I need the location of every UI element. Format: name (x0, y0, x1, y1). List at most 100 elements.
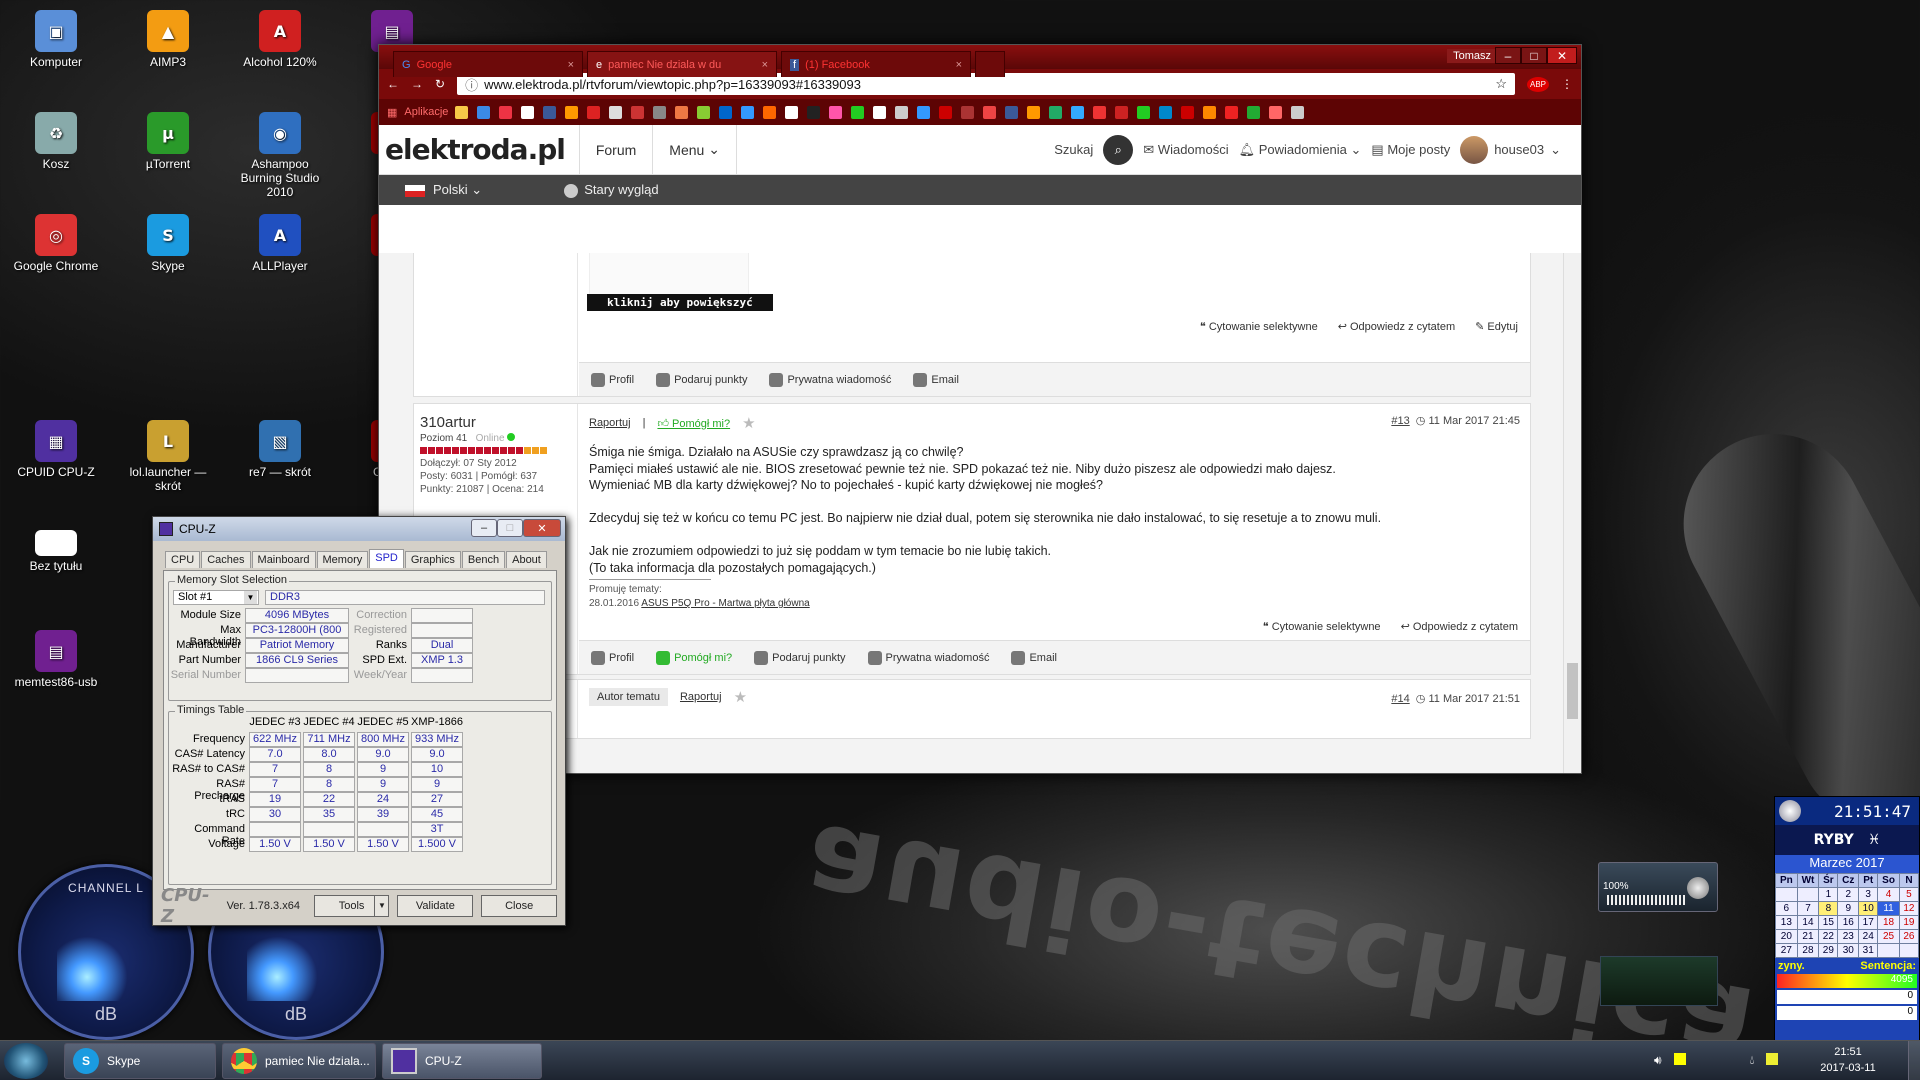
my-posts-link[interactable]: ▤ Moje posty (1371, 142, 1450, 158)
tray-flag-icon[interactable] (1766, 1053, 1779, 1065)
desktop-icon[interactable]: Bez tytułu (10, 530, 102, 573)
desktop-icon[interactable]: A ALLPlayer (234, 214, 326, 273)
cpuz-window[interactable]: CPU-Z – □ ✕ CPU Caches Mainboard Memory SPD G… (152, 516, 566, 927)
email-link[interactable]: Email (1011, 650, 1057, 665)
language-select[interactable]: Polski ⌄ (405, 182, 482, 198)
calendar-day[interactable] (1796, 887, 1820, 902)
tab-graphics[interactable]: Graphics (404, 551, 461, 568)
bookmark-icon[interactable] (1071, 105, 1085, 119)
chevron-down-icon[interactable]: ▼ (374, 896, 388, 916)
bookmark-icon[interactable] (983, 105, 997, 119)
calendar-day[interactable]: 22 (1818, 929, 1839, 944)
bookmark-star-icon[interactable]: ☆ (1495, 76, 1507, 92)
calendar-day[interactable]: 25 (1877, 929, 1900, 944)
calendar-day[interactable]: 20 (1775, 929, 1798, 944)
calendar-day[interactable] (1898, 943, 1920, 958)
close-window-button[interactable]: ✕ (1547, 47, 1577, 64)
calendar-day[interactable]: 16 (1837, 915, 1860, 930)
user-menu[interactable]: house03 ⌄ (1460, 135, 1575, 164)
reply-quote-button[interactable]: ↩ Odpowiedz z cytatem (1401, 620, 1518, 633)
chevron-down-icon[interactable]: ▼ (244, 591, 257, 604)
star-icon[interactable]: ★ (742, 414, 755, 432)
profile-link[interactable]: Profil (591, 372, 634, 387)
browser-titlebar[interactable]: G Google × e pamiec Nie dziala w du × f (1) F… (379, 45, 1581, 77)
tab-memory[interactable]: Memory (316, 551, 369, 568)
search-icon[interactable]: ⌕ (1103, 134, 1134, 165)
taskbar-chrome[interactable]: pamiec Nie dziala... (222, 1043, 376, 1079)
post-number[interactable]: #14 (1391, 693, 1409, 705)
tab-elektroda[interactable]: e pamiec Nie dziala w du × (587, 51, 777, 77)
promo-link[interactable]: ASUS P5Q Pro - Martwa płyta główna (641, 598, 809, 609)
apps-icon[interactable]: ▦ (387, 106, 397, 119)
desktop-icon[interactable]: ◎ Google Chrome (10, 214, 102, 273)
bookmark-icon[interactable] (1115, 105, 1129, 119)
tools-button[interactable]: Tools ▼ (313, 895, 390, 917)
desktop-icon[interactable]: ▲ AIMP3 (122, 10, 214, 69)
speaker-icon[interactable]: 🔊︎ (1654, 1053, 1662, 1068)
bookmark-icon[interactable] (1291, 105, 1305, 119)
calendar-day[interactable]: 15 (1818, 915, 1839, 930)
calendar-day[interactable]: 27 (1775, 943, 1798, 958)
desktop-icon[interactable]: ▤ memtest86-usb (10, 630, 102, 689)
calendar-day[interactable]: 29 (1818, 943, 1839, 958)
calendar-day[interactable]: 18 (1877, 915, 1900, 930)
maximize-button[interactable]: □ (1521, 47, 1547, 64)
desktop-icon[interactable]: ◉ Ashampoo Burning Studio 2010 (234, 112, 326, 199)
calendar-day[interactable]: 14 (1796, 915, 1820, 930)
helped-button[interactable]: 👍︎ Pomógł mi? (657, 417, 730, 430)
bookmark-icon[interactable] (521, 105, 535, 119)
bookmark-icon[interactable] (631, 105, 645, 119)
calendar-day[interactable]: 3 (1858, 887, 1879, 902)
reload-icon[interactable]: ↻ (435, 77, 445, 91)
bookmark-icon[interactable] (763, 105, 777, 119)
calendar-day[interactable]: 5 (1898, 887, 1920, 902)
calendar-day[interactable]: 2 (1837, 887, 1860, 902)
calendar-day[interactable]: 9 (1837, 901, 1860, 916)
start-button[interactable] (4, 1043, 48, 1079)
old-view-toggle[interactable]: Stary wygląd (564, 182, 659, 198)
star-icon[interactable]: ★ (734, 688, 747, 706)
calendar-day[interactable]: 13 (1775, 915, 1798, 930)
validate-button[interactable]: Validate (397, 895, 474, 917)
desktop-icon[interactable]: ▦ CPUID CPU-Z (10, 420, 102, 479)
calendar-day[interactable]: 19 (1898, 915, 1920, 930)
calendar-day[interactable]: 1 (1818, 887, 1839, 902)
close-icon[interactable]: × (762, 59, 768, 71)
bookmark-icon[interactable] (807, 105, 821, 119)
email-link[interactable]: Email (913, 372, 959, 387)
calendar-day[interactable]: 28 (1796, 943, 1820, 958)
bookmark-icon[interactable] (917, 105, 931, 119)
bookmark-icon[interactable] (785, 105, 799, 119)
private-message-link[interactable]: Prywatna wiadomość (867, 650, 989, 665)
bookmark-icon[interactable] (499, 105, 513, 119)
taskbar-cpuz[interactable]: CPU-Z (382, 1043, 542, 1079)
show-desktop-button[interactable] (1908, 1041, 1920, 1080)
close-icon[interactable]: × (956, 59, 962, 71)
bookmark-icon[interactable] (587, 105, 601, 119)
bookmark-icon[interactable] (895, 105, 909, 119)
page-scrollbar[interactable] (1563, 253, 1581, 773)
tab-mainboard[interactable]: Mainboard (251, 551, 316, 568)
desktop-icon[interactable]: ▧ re7 — skrót (234, 420, 326, 479)
bookmark-icon[interactable] (719, 105, 733, 119)
close-icon[interactable]: × (568, 59, 574, 71)
selective-quote-button[interactable]: ❝ Cytowanie selektywne (1263, 620, 1381, 633)
bookmark-icon[interactable] (565, 105, 579, 119)
tab-about[interactable]: About (506, 551, 547, 568)
taskbar-skype[interactable]: S Skype (64, 1043, 216, 1079)
tab-cpu[interactable]: CPU (165, 551, 201, 568)
volume-knob-icon[interactable] (1687, 877, 1709, 899)
tab-caches[interactable]: Caches (201, 551, 251, 568)
bookmark-apps[interactable]: Aplikacje (404, 106, 448, 118)
bookmark-icon[interactable] (961, 105, 975, 119)
calendar-day[interactable] (1775, 887, 1798, 902)
close-window-button[interactable]: ✕ (523, 519, 561, 537)
desktop-icon[interactable]: A Alcohol 120% (234, 10, 326, 69)
bookmark-icon[interactable] (939, 105, 953, 119)
tab-spd[interactable]: SPD (369, 549, 404, 568)
calendar-day[interactable]: 8 (1818, 901, 1839, 916)
selective-quote-button[interactable]: ❝ Cytowanie selektywne (1200, 320, 1318, 333)
bookmark-icon[interactable] (1203, 105, 1217, 119)
minimize-button[interactable]: – (471, 519, 497, 537)
calendar-day[interactable]: 26 (1898, 929, 1920, 944)
